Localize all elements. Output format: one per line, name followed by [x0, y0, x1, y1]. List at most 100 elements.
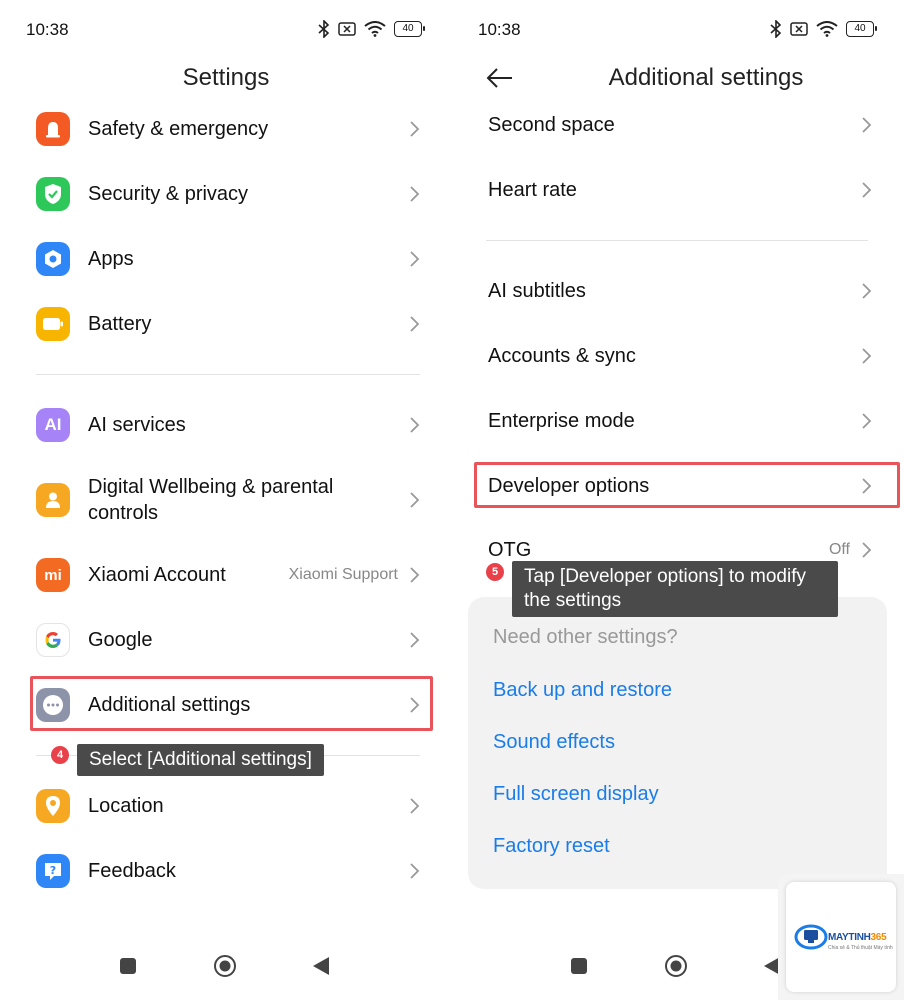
settings-item-label: Security & privacy	[88, 183, 249, 205]
additional-settings-screen: 10:38 40 Additional settings Second spac…	[452, 0, 904, 1000]
chevron-right-icon	[862, 182, 872, 198]
wifi-icon	[364, 21, 386, 37]
settings-item-ai-services[interactable]: AI AI services	[36, 395, 420, 455]
settings-item-xiaomi-account[interactable]: mi Xiaomi Account Xiaomi Support	[36, 545, 420, 605]
section-divider	[36, 374, 420, 375]
instruction-tooltip: Select [Additional settings]	[77, 744, 324, 776]
settings-item-location[interactable]: Location	[36, 776, 420, 836]
settings-item-second-space[interactable]: Second space	[488, 95, 872, 155]
settings-item-label: Safety & emergency	[88, 118, 269, 140]
logo-brand-number: 365	[870, 932, 887, 943]
status-bar: 10:38 40	[26, 18, 425, 42]
settings-item-security-privacy[interactable]: Security & privacy	[36, 164, 420, 224]
settings-item-label: Digital Wellbeing & parental controls	[88, 476, 334, 524]
ai-icon: AI	[36, 408, 70, 442]
settings-item-label: Apps	[88, 248, 134, 270]
feedback-question-icon: ?	[36, 854, 70, 888]
link-sound-effects[interactable]: Sound effects	[493, 731, 615, 754]
chevron-right-icon	[862, 542, 872, 558]
home-circle-icon[interactable]	[664, 954, 688, 978]
chevron-right-icon	[410, 863, 420, 879]
settings-item-label: Enterprise mode	[488, 410, 635, 432]
chevron-right-icon	[410, 798, 420, 814]
settings-item-label: Developer options	[488, 475, 650, 497]
chevron-right-icon	[410, 251, 420, 267]
settings-item-label: Feedback	[88, 860, 176, 882]
sim-error-icon	[338, 22, 356, 36]
chevron-right-icon	[410, 417, 420, 433]
status-icons: 40	[770, 20, 877, 38]
settings-item-enterprise-mode[interactable]: Enterprise mode	[488, 391, 872, 451]
page-title: Additional settings	[608, 64, 804, 91]
settings-item-developer-options[interactable]: Developer options	[488, 456, 872, 516]
settings-item-label: Second space	[488, 114, 615, 136]
google-g-icon	[36, 623, 70, 657]
chevron-right-icon	[410, 697, 420, 713]
settings-item-heart-rate[interactable]: Heart rate	[488, 160, 872, 220]
bluetooth-icon	[770, 20, 782, 38]
step-badge: 4	[51, 746, 69, 764]
link-full-screen-display[interactable]: Full screen display	[493, 783, 659, 806]
back-triangle-icon[interactable]	[312, 956, 330, 976]
settings-item-label: Xiaomi Account	[88, 564, 226, 586]
watermark-logo: MAYTINH365 Chia sẻ & Thủ thuật Máy tính	[778, 874, 904, 1000]
chevron-right-icon	[410, 121, 420, 137]
chevron-right-icon	[862, 478, 872, 494]
settings-item-label: Heart rate	[488, 179, 577, 201]
settings-item-label: AI subtitles	[488, 280, 586, 302]
status-bar: 10:38 40	[478, 18, 877, 42]
apps-hexagon-icon	[36, 242, 70, 276]
link-back-up-restore[interactable]: Back up and restore	[493, 679, 672, 702]
settings-item-additional-settings[interactable]: Additional settings	[36, 675, 420, 735]
status-time: 10:38	[478, 20, 521, 39]
settings-item-ai-subtitles[interactable]: AI subtitles	[488, 261, 872, 321]
settings-item-label: OTG	[488, 539, 532, 561]
sim-error-icon	[790, 22, 808, 36]
chevron-right-icon	[862, 413, 872, 429]
step-badge: 5	[486, 563, 504, 581]
chevron-right-icon	[410, 632, 420, 648]
more-dots-icon	[36, 688, 70, 722]
chevron-right-icon	[410, 492, 420, 508]
bluetooth-icon	[318, 20, 330, 38]
chevron-right-icon	[410, 316, 420, 332]
logo-brand: MAYTINH	[828, 932, 871, 943]
battery-icon	[36, 307, 70, 341]
chevron-right-icon	[862, 348, 872, 364]
shield-check-icon	[36, 177, 70, 211]
status-time: 10:38	[26, 20, 69, 39]
settings-screen: 10:38 40 Settings Safety & emergency Sec…	[0, 0, 452, 1000]
instruction-tooltip: Tap [Developer options] to modify the se…	[512, 561, 838, 617]
settings-item-digital-wellbeing[interactable]: Digital Wellbeing & parental controls	[36, 470, 420, 530]
recents-square-icon[interactable]	[119, 957, 137, 975]
settings-item-apps[interactable]: Apps	[36, 229, 420, 289]
chevron-right-icon	[862, 283, 872, 299]
suggestions-title: Need other settings?	[493, 626, 678, 648]
settings-item-label: Location	[88, 795, 164, 817]
settings-item-feedback[interactable]: ? Feedback	[36, 841, 420, 901]
settings-item-safety-emergency[interactable]: Safety & emergency	[36, 99, 420, 159]
settings-item-label: Accounts & sync	[488, 345, 636, 367]
svg-text:?: ?	[50, 864, 56, 877]
wifi-icon	[816, 21, 838, 37]
recents-square-icon[interactable]	[570, 957, 588, 975]
chevron-right-icon	[862, 117, 872, 133]
logo-tagline: Chia sẻ & Thủ thuật Máy tính	[828, 945, 893, 951]
mi-logo-icon: mi	[36, 558, 70, 592]
globe-logo-icon	[794, 924, 828, 950]
battery-indicator: 40	[846, 21, 877, 37]
siren-icon	[36, 112, 70, 146]
page-title: Settings	[182, 64, 270, 91]
suggestions-card: Need other settings? Back up and restore…	[468, 597, 887, 889]
settings-item-sublabel: Xiaomi Support	[288, 566, 398, 583]
link-factory-reset[interactable]: Factory reset	[493, 835, 610, 858]
settings-item-google[interactable]: Google	[36, 610, 420, 670]
wellbeing-person-icon	[36, 483, 70, 517]
settings-item-accounts-sync[interactable]: Accounts & sync	[488, 326, 872, 386]
settings-item-label: AI services	[88, 414, 186, 436]
chevron-right-icon	[410, 567, 420, 583]
settings-item-label: Battery	[88, 313, 152, 335]
settings-item-battery[interactable]: Battery	[36, 294, 420, 354]
home-circle-icon[interactable]	[213, 954, 237, 978]
settings-item-label: Additional settings	[88, 694, 251, 716]
